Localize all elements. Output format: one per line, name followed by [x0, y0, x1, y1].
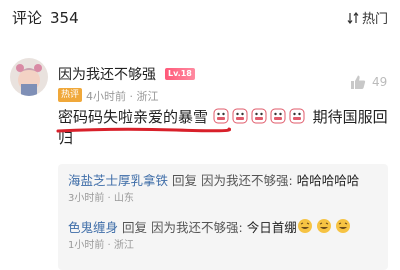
- sort-icon: [347, 11, 359, 24]
- reply-meta: 1小时前 · 浙江: [68, 240, 134, 251]
- reply-item[interactable]: 色鬼缠身 回复 因为我还不够强: 今日首绷 1小时前 · 浙江: [68, 218, 383, 255]
- comments-title: 评论 354: [12, 7, 79, 28]
- reply-text: 哈哈哈哈哈: [296, 173, 360, 188]
- reply-text: 今日首绷: [246, 220, 297, 235]
- reply-word: 回复: [172, 173, 198, 188]
- reply-location: 山东: [113, 193, 134, 204]
- comment-username[interactable]: 因为我还不够强: [58, 64, 156, 84]
- laughing-emoji-icon: [316, 219, 331, 233]
- hot-comment-tag: 热评: [58, 88, 83, 102]
- reply-item[interactable]: 海盐芝士厚乳拿铁 回复 因为我还不够强: 哈哈哈哈哈 3小时前 · 山东: [68, 172, 383, 208]
- grimace-emoji-icon: [232, 108, 248, 124]
- avatar[interactable]: [10, 58, 48, 96]
- comments-header: 评论 354 热门: [0, 0, 400, 36]
- grimace-emoji-icon: [251, 108, 267, 124]
- level-badge: Lv.18: [165, 68, 195, 80]
- reply-location: 浙江: [113, 240, 134, 251]
- like-button[interactable]: 49: [350, 74, 387, 90]
- avatar-image: [10, 58, 48, 96]
- comments-count: 354: [50, 9, 79, 27]
- like-count: 49: [372, 75, 388, 89]
- comment-location: 浙江: [136, 90, 159, 103]
- comment-time: 4小时前: [86, 90, 126, 103]
- comment-meta: 4小时前 · 浙江: [86, 90, 159, 103]
- red-underline-annotation: [56, 127, 231, 133]
- thumbs-up-icon: [351, 75, 366, 89]
- reply-target[interactable]: 因为我还不够强:: [201, 173, 293, 188]
- laughing-emoji-icon: [335, 219, 350, 233]
- reply-time: 1小时前: [68, 240, 105, 251]
- laughing-emoji-icon: [297, 219, 312, 233]
- reply-username[interactable]: 海盐芝士厚乳拿铁: [68, 173, 168, 188]
- reply-target[interactable]: 因为我还不够强:: [151, 220, 243, 235]
- comment-text-main: 密码码失啦亲爱的暴雪: [58, 108, 209, 126]
- reply-time: 3小时前: [68, 193, 105, 204]
- grimace-emoji-icon: [270, 108, 286, 124]
- grimace-emoji-icon: [213, 108, 229, 124]
- reply-meta: 3小时前 · 山东: [68, 193, 134, 204]
- reply-username[interactable]: 色鬼缠身: [68, 220, 118, 235]
- sort-hot-button[interactable]: 热门: [347, 8, 388, 27]
- replies-box: 海盐芝士厚乳拿铁 回复 因为我还不够强: 哈哈哈哈哈 3小时前 · 山东 色鬼缠…: [58, 164, 388, 270]
- sort-label: 热门: [361, 12, 388, 27]
- comments-title-label: 评论: [12, 9, 43, 27]
- reply-word: 回复: [122, 220, 148, 235]
- grimace-emoji-icon: [289, 108, 305, 124]
